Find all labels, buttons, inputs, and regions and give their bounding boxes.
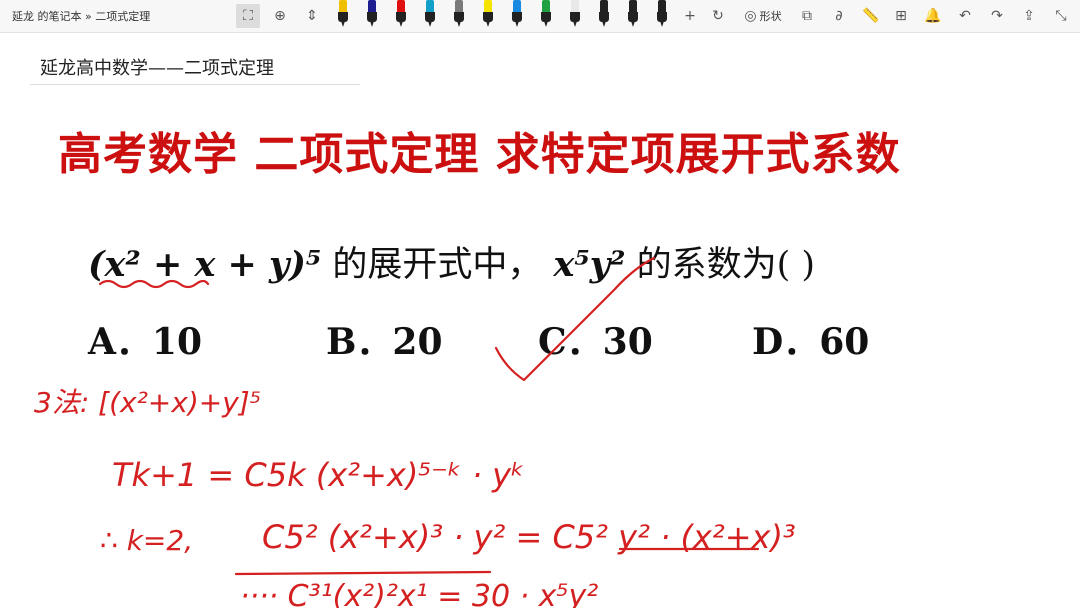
ink-layer: 3法: [(x²+x)+y]⁵ Tk+1 = C5k (x²+x)⁵⁻ᵏ · y… — [34, 256, 796, 608]
ink-line-method: 3法: [(x²+x)+y]⁵ — [34, 386, 261, 419]
fraction-line-stroke — [234, 570, 492, 576]
underline-expression-stroke — [98, 279, 210, 289]
check-mark-stroke — [494, 256, 656, 382]
ink-line-result: ···· C³¹(x²)²x¹ = 30 · x⁵y² — [240, 579, 598, 608]
ink-line-k: ∴ k=2, — [100, 524, 193, 557]
ink-line-term-expansion: C5² (x²+x)³ · y² = C5² y² · (x²+x)³ — [262, 518, 796, 556]
ink-line-general-term: Tk+1 = C5k (x²+x)⁵⁻ᵏ · yᵏ — [112, 456, 525, 494]
